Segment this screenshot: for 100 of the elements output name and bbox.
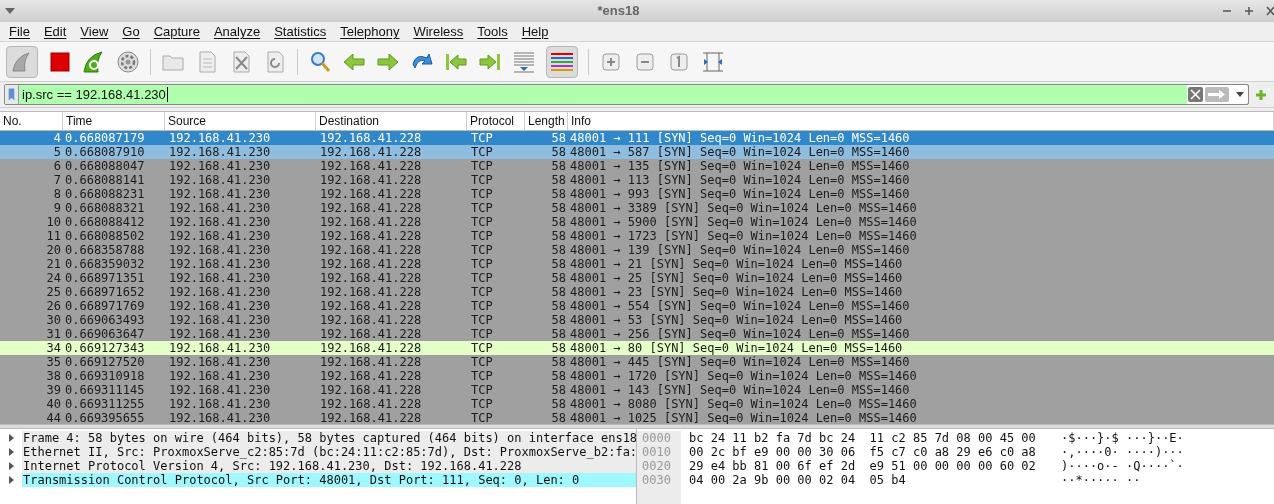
packet-row[interactable]: 24 0.668971351 192.168.41.230 192.168.41.228 TCP 58 48001 → 25 [SYN] Seq=0 Win=1024 Len=0 MSS=1460 (0, 271, 1274, 285)
ascii-bytes: ·$···}·$ ···}··E· (1061, 431, 1184, 445)
packet-row[interactable]: 38 0.669310918 192.168.41.230 192.168.41.228 TCP 58 48001 → 1720 [SYN] Seq=0 Win=1024 Len=0 MSS=1460 (0, 369, 1274, 383)
fin-icon (11, 50, 33, 73)
packet-row[interactable]: 35 0.669127520 192.168.41.230 192.168.41.228 TCP 58 48001 → 445 [SYN] Seq=0 Win=1024 Len=0 MSS=1460 (0, 355, 1274, 369)
detail-row[interactable]: Internet Protocol Version 4, Src: 192.168.41.230, Dst: 192.168.41.228 (22, 459, 636, 473)
packet-row[interactable]: 5 0.668087910 192.168.41.230 192.168.41.228 TCP 58 48001 → 587 [SYN] Seq=0 Win=1024 Len=0 MSS=1460 (0, 145, 1274, 159)
menu-item[interactable]: Wireless (407, 21, 470, 42)
menu-item[interactable]: View (74, 21, 115, 42)
table-cell-text: 10 (45, 215, 62, 229)
menu-item[interactable]: Telephony (334, 21, 406, 42)
detail-row[interactable]: Frame 4: 58 bytes on wire (464 bits), 58 bytes captured (464 bits) on interface ens18 (22, 431, 636, 445)
table-cell-text: 48001 → 1720 [SYN] Seq=0 Win=1024 Len=0 MSS=1460 (569, 369, 918, 383)
menu-item[interactable]: Analyze (207, 21, 267, 42)
column-header[interactable]: Info (568, 112, 1274, 130)
column-header[interactable]: Source (165, 112, 316, 130)
packet-row[interactable]: 40 0.669311255 192.168.41.230 192.168.41.228 TCP 58 48001 → 8080 [SYN] Seq=0 Win=1024 Len=0 MSS=1460 (0, 397, 1274, 411)
table-cell-text: TCP (470, 229, 494, 243)
expand-arrow-icon[interactable] (6, 461, 16, 471)
packet-row[interactable]: 9 0.668088321 192.168.41.230 192.168.41.228 TCP 58 48001 → 3389 [SYN] Seq=0 Win=1024 Len=0 MSS=1460 (0, 201, 1274, 215)
table-cell-text: 192.168.41.230 (168, 145, 272, 159)
close-icon[interactable] (1266, 6, 1274, 16)
detail-row[interactable]: Ethernet II, Src: ProxmoxServe_c2:85:7d (bc:24:11:c2:85:7d), Dst: ProxmoxServe_b2:fa: (22, 445, 636, 459)
column-header[interactable]: No. (0, 112, 63, 130)
packet-row[interactable]: 8 0.668088231 192.168.41.230 192.168.41.228 TCP 58 48001 → 993 [SYN] Seq=0 Win=1024 Len=0 MSS=1460 (0, 187, 1274, 201)
packet-row[interactable]: 26 0.668971769 192.168.41.230 192.168.41.228 TCP 58 48001 → 554 [SYN] Seq=0 Win=1024 Len=0 MSS=1460 (0, 299, 1274, 313)
add-filter-icon[interactable] (1255, 88, 1267, 101)
packet-row[interactable]: 20 0.668358788 192.168.41.230 192.168.41.228 TCP 58 48001 → 139 [SYN] Seq=0 Win=1024 Len=0 MSS=1460 (0, 243, 1274, 257)
window-menu-icon[interactable] (5, 8, 15, 14)
packet-row[interactable]: 25 0.668971652 192.168.41.230 192.168.41.228 TCP 58 48001 → 23 [SYN] Seq=0 Win=1024 Len=0 MSS=1460 (0, 285, 1274, 299)
table-cell-text: TCP (470, 243, 494, 257)
menu-item[interactable]: File (3, 21, 36, 42)
column-header[interactable]: Destination (316, 112, 467, 130)
search-icon[interactable] (308, 49, 332, 74)
table-cell-text: TCP (470, 145, 494, 159)
start-capture-button[interactable] (6, 45, 38, 78)
display-filter-field[interactable]: ip.src == 192.168.41.230 (4, 84, 1249, 105)
table-cell-text: 25 (45, 285, 62, 299)
table-cell-text: 48001 → 80 [SYN] Seq=0 Win=1024 Len=0 MSS=1460 (569, 341, 904, 355)
table-cell-text: 192.168.41.228 (319, 299, 423, 313)
packet-row[interactable]: 30 0.669063493 192.168.41.230 192.168.41.228 TCP 58 48001 → 53 [SYN] Seq=0 Win=1024 Len=0 MSS=1460 (0, 313, 1274, 327)
table-cell-text: TCP (470, 159, 494, 173)
table-cell-text: 192.168.41.228 (319, 397, 423, 411)
menu-item[interactable]: Go (116, 21, 146, 42)
column-header[interactable]: Time (63, 112, 165, 130)
table-cell-text: 0.668359032 (64, 257, 146, 271)
column-header[interactable]: Length (525, 112, 568, 130)
menu-item[interactable]: Tools (471, 21, 514, 42)
table-cell-text: 21 (45, 257, 62, 271)
packet-row[interactable]: 44 0.669395655 192.168.41.230 192.168.41.228 TCP 58 48001 → 1025 [SYN] Seq=0 Win=1024 Len=0 MSS=1460 (0, 411, 1274, 424)
stop-icon[interactable] (48, 49, 72, 74)
table-cell-text: 192.168.41.228 (319, 131, 423, 145)
table-cell-text: 35 (45, 355, 62, 369)
table-cell-text: 4 (52, 131, 62, 145)
table-cell-text: 48001 → 445 [SYN] Seq=0 Win=1024 Len=0 MSS=1460 (569, 355, 911, 369)
packet-row[interactable]: 21 0.668359032 192.168.41.230 192.168.41.228 TCP 58 48001 → 21 [SYN] Seq=0 Win=1024 Len=0 MSS=1460 (0, 257, 1274, 271)
table-cell-text: 192.168.41.228 (319, 243, 423, 257)
table-cell-text: 0.669063647 (64, 327, 146, 341)
gear-icon[interactable] (116, 49, 140, 74)
resize-columns-icon[interactable] (701, 49, 725, 74)
packet-row[interactable]: 39 0.669311145 192.168.41.230 192.168.41.228 TCP 58 48001 → 143 [SYN] Seq=0 Win=1024 Len=0 MSS=1460 (0, 383, 1274, 397)
table-cell-text: TCP (470, 369, 494, 383)
menu-item[interactable]: Statistics (268, 21, 333, 42)
bookmark-icon[interactable] (5, 85, 19, 104)
table-cell-text: 192.168.41.230 (168, 313, 272, 327)
clear-icon[interactable] (1188, 87, 1203, 102)
colorize-button[interactable] (546, 45, 578, 78)
table-cell-text: 58 (550, 369, 567, 383)
expand-arrow-icon[interactable] (6, 475, 16, 485)
table-cell-text: 5 (52, 145, 62, 159)
table-cell-text: 192.168.41.230 (168, 383, 272, 397)
table-cell-text: 58 (550, 215, 567, 229)
table-cell-text: 9 (52, 201, 62, 215)
packet-row[interactable]: 10 0.668088412 192.168.41.230 192.168.41.228 TCP 58 48001 → 5900 [SYN] Seq=0 Win=1024 Len=0 MSS=1460 (0, 215, 1274, 229)
table-cell-text: TCP (470, 355, 494, 369)
expand-arrow-icon[interactable] (6, 447, 16, 457)
menu-item[interactable]: Edit (37, 21, 73, 42)
table-cell-text: 192.168.41.230 (168, 173, 272, 187)
packet-row[interactable]: 4 0.668087179 192.168.41.230 192.168.41.228 TCP 58 48001 → 111 [SYN] Seq=0 Win=1024 Len=0 MSS=1460 (0, 131, 1274, 145)
expand-arrow-icon[interactable] (6, 433, 16, 443)
dropdown-caret-icon[interactable] (1236, 92, 1244, 97)
byte-offset: 0010 (642, 445, 672, 459)
table-cell-text: 192.168.41.228 (319, 215, 423, 229)
table-cell-text: TCP (470, 341, 494, 355)
packet-row[interactable]: 11 0.668088502 192.168.41.230 192.168.41.228 TCP 58 48001 → 1723 [SYN] Seq=0 Win=1024 Len=0 MSS=1460 (0, 229, 1274, 243)
ascii-bytes: ·,····0· ····)··· (1061, 445, 1184, 459)
column-header[interactable]: Protocol (467, 112, 525, 130)
table-cell-text: 0.669395655 (64, 411, 146, 424)
menu-item[interactable]: Capture (147, 21, 206, 42)
autoscroll-icon[interactable] (512, 49, 536, 74)
packet-row[interactable]: 31 0.669063647 192.168.41.230 192.168.41.228 TCP 58 48001 → 256 [SYN] Seq=0 Win=1024 Len=0 MSS=1460 (0, 327, 1274, 341)
menu-item[interactable]: Help (515, 21, 555, 42)
detail-row[interactable]: Transmission Control Protocol, Src Port: 48001, Dst Port: 111, Seq: 0, Len: 0 (22, 473, 636, 487)
packet-row[interactable]: 6 0.668088047 192.168.41.230 192.168.41.228 TCP 58 48001 → 135 [SYN] Seq=0 Win=1024 Len=0 MSS=1460 (0, 159, 1274, 173)
packet-row[interactable]: 7 0.668088141 192.168.41.230 192.168.41.228 TCP 58 48001 → 113 [SYN] Seq=0 Win=1024 Len=0 MSS=1460 (0, 173, 1274, 187)
table-cell-text: 192.168.41.228 (319, 201, 423, 215)
restart-icon[interactable] (82, 49, 106, 74)
maximize-icon[interactable] (1244, 6, 1254, 16)
table-cell-text: 58 (550, 327, 567, 341)
packet-row[interactable]: 34 0.669127343 192.168.41.230 192.168.41.228 TCP 58 48001 → 80 [SYN] Seq=0 Win=1024 Len=0 MSS=1460 (0, 341, 1274, 355)
